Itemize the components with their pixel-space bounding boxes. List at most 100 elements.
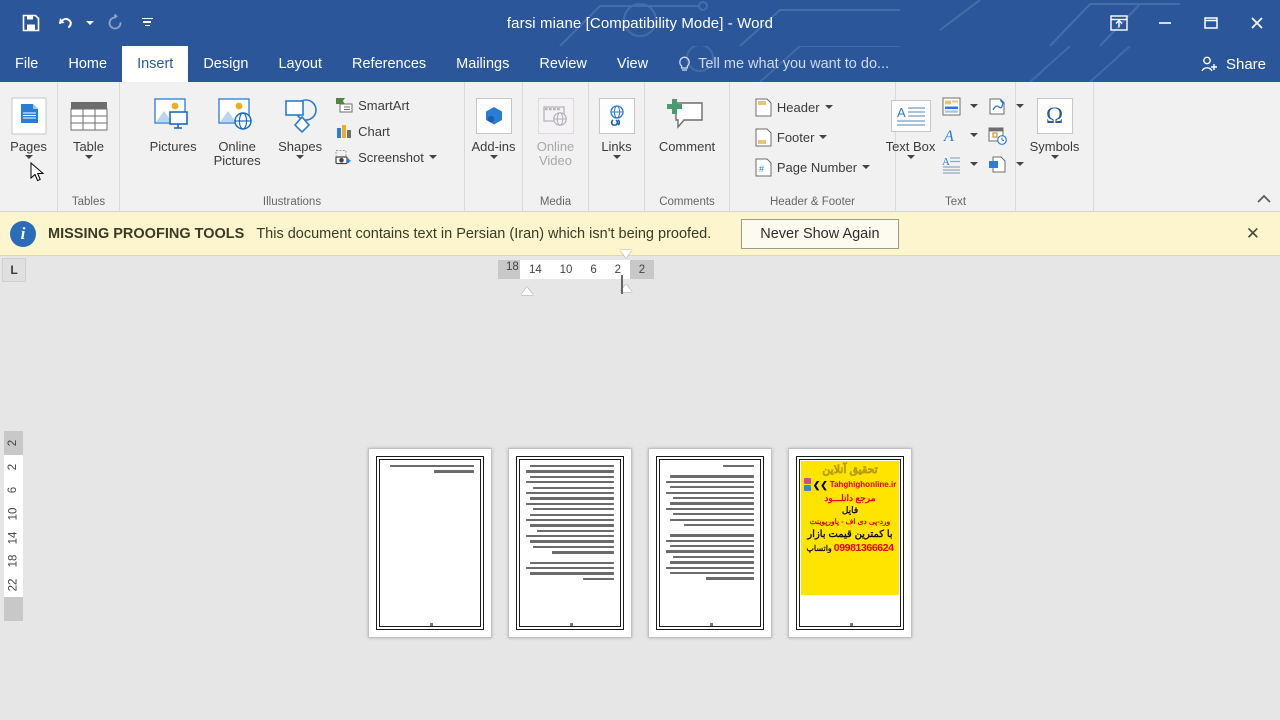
shapes-label: Shapes <box>278 139 323 154</box>
tell-me-search[interactable]: Tell me what you want to do... <box>663 46 899 82</box>
text-line <box>666 491 754 494</box>
ad-site-row: ❮❮ Tahghighonline.ir <box>803 478 896 491</box>
text-line <box>529 513 614 516</box>
document-page-4[interactable]: تحقیق آنلاین ❮❮ Tahghighonline.ir مرجع د… <box>788 448 912 638</box>
page-border-outer: تحقیق آنلاین ❮❮ Tahghighonline.ir مرجع د… <box>796 456 904 630</box>
horizontal-ruler[interactable]: L 14 10 6 2 2 18 <box>0 250 1280 295</box>
svg-text:A: A <box>942 156 950 168</box>
tab-stop-selector[interactable]: L <box>2 258 26 282</box>
lightbulb-icon <box>679 56 690 71</box>
tab-layout[interactable]: Layout <box>263 46 337 82</box>
restore-button[interactable] <box>1188 0 1234 46</box>
online-pictures-icon <box>217 94 257 138</box>
quick-parts-dropdown[interactable] <box>967 92 981 120</box>
ribbon-group-comments: Comment Comments <box>645 82 730 211</box>
tab-review[interactable]: Review <box>524 46 602 82</box>
text-line <box>669 518 754 521</box>
ribbon-group-label-addins <box>469 193 518 211</box>
screenshot-button[interactable]: Screenshot <box>330 144 442 170</box>
drop-cap-dropdown[interactable] <box>967 150 981 178</box>
header-label: Header <box>776 99 820 115</box>
ribbon-display-options-button[interactable] <box>1096 0 1142 46</box>
document-page-2[interactable] <box>508 448 632 638</box>
ad-line-6: با کمترین قیمت بازار <box>807 529 893 540</box>
ruler-number-18: 18 <box>506 261 519 273</box>
never-show-again-button[interactable]: Never Show Again <box>741 218 899 249</box>
smartart-button[interactable]: SmartArt <box>330 92 442 118</box>
minimize-icon <box>1159 22 1171 24</box>
signature-line-button[interactable] <box>983 92 1013 120</box>
ruler-number: 10 <box>559 263 573 276</box>
document-page-3[interactable] <box>648 448 772 638</box>
symbols-button[interactable]: Ω Symbols <box>1018 88 1092 176</box>
chart-button[interactable]: Chart <box>330 118 442 144</box>
header-button[interactable]: Header <box>750 92 875 122</box>
links-button[interactable]: Links <box>588 88 646 176</box>
tab-file[interactable]: File <box>0 46 53 82</box>
quick-parts-button[interactable] <box>937 92 967 120</box>
undo-dropdown-button[interactable] <box>82 8 98 38</box>
heading-line <box>723 465 754 468</box>
online-pictures-button[interactable]: Online Pictures <box>204 88 270 176</box>
wordart-dropdown[interactable] <box>967 121 981 149</box>
save-button[interactable] <box>14 8 48 38</box>
tab-references[interactable]: References <box>337 46 441 82</box>
tab-home[interactable]: Home <box>53 46 122 82</box>
undo-button[interactable] <box>48 8 82 38</box>
chevron-down-icon <box>296 155 305 159</box>
pictures-button[interactable]: Pictures <box>142 88 204 176</box>
text-line <box>529 561 614 564</box>
drop-cap-button[interactable]: A <box>937 150 967 178</box>
chevron-down-icon <box>969 133 978 137</box>
chevron-down-icon <box>86 21 94 25</box>
tab-insert[interactable]: Insert <box>122 46 189 82</box>
share-label: Share <box>1225 55 1266 73</box>
pages-button[interactable]: Pages <box>0 88 58 176</box>
title-bar: farsi miane [Compatibility Mode] - Word <box>0 0 1280 46</box>
footer-button[interactable]: Footer <box>750 122 875 152</box>
wordart-button[interactable]: A <box>937 121 967 149</box>
svg-text:A: A <box>943 128 954 145</box>
close-button[interactable] <box>1234 0 1280 46</box>
table-button[interactable]: Table <box>60 88 118 176</box>
shapes-button[interactable]: Shapes <box>270 88 330 176</box>
redo-button[interactable] <box>98 8 132 38</box>
info-bar-message: This document contains text in Persian (… <box>256 225 712 242</box>
left-indent-box-marker[interactable] <box>621 275 623 306</box>
ruler-number: 6 <box>590 263 597 276</box>
text-line <box>526 470 614 473</box>
comment-label: Comment <box>658 139 716 154</box>
chevron-down-icon <box>969 162 978 166</box>
text-line <box>683 523 754 527</box>
date-and-time-button[interactable] <box>983 121 1013 149</box>
ad-line-4: فایل <box>841 505 859 515</box>
close-info-bar-button[interactable]: ✕ <box>1240 220 1266 248</box>
page-border-outer <box>656 456 764 630</box>
ruler-right-margin: 2 <box>630 260 654 279</box>
text-box-button[interactable]: A Text Box <box>885 88 937 176</box>
ribbon-group-label-text: Text <box>944 196 967 208</box>
text-line <box>529 475 614 479</box>
quick-access-toolbar <box>0 8 162 38</box>
share-button[interactable]: Share <box>1186 46 1280 82</box>
online-video-button[interactable]: Online Video <box>527 88 585 176</box>
text-line <box>536 529 614 532</box>
chevron-down-icon <box>969 104 978 108</box>
minimize-button[interactable] <box>1142 0 1188 46</box>
object-icon <box>989 156 1006 172</box>
ribbon-group-header-footer: Header Footer # Page Number Header & Foo… <box>730 82 896 211</box>
ad-line-3: مرجع دانلـــود <box>824 493 876 503</box>
comment-button[interactable]: Comment <box>647 88 727 176</box>
document-page-1[interactable] <box>368 448 492 638</box>
tab-view[interactable]: View <box>602 46 663 82</box>
collapse-ribbon-button[interactable] <box>1254 189 1274 209</box>
object-button[interactable] <box>983 150 1013 178</box>
first-line-indent-marker[interactable] <box>521 270 533 300</box>
page-number-button[interactable]: # Page Number <box>750 152 875 182</box>
window-controls <box>1096 0 1280 46</box>
tab-design[interactable]: Design <box>188 46 263 82</box>
customize-quick-access-toolbar[interactable] <box>132 8 162 38</box>
symbols-label: Symbols <box>1029 139 1080 154</box>
tab-mailings[interactable]: Mailings <box>441 46 524 82</box>
addins-button[interactable]: Add-ins <box>465 88 523 176</box>
